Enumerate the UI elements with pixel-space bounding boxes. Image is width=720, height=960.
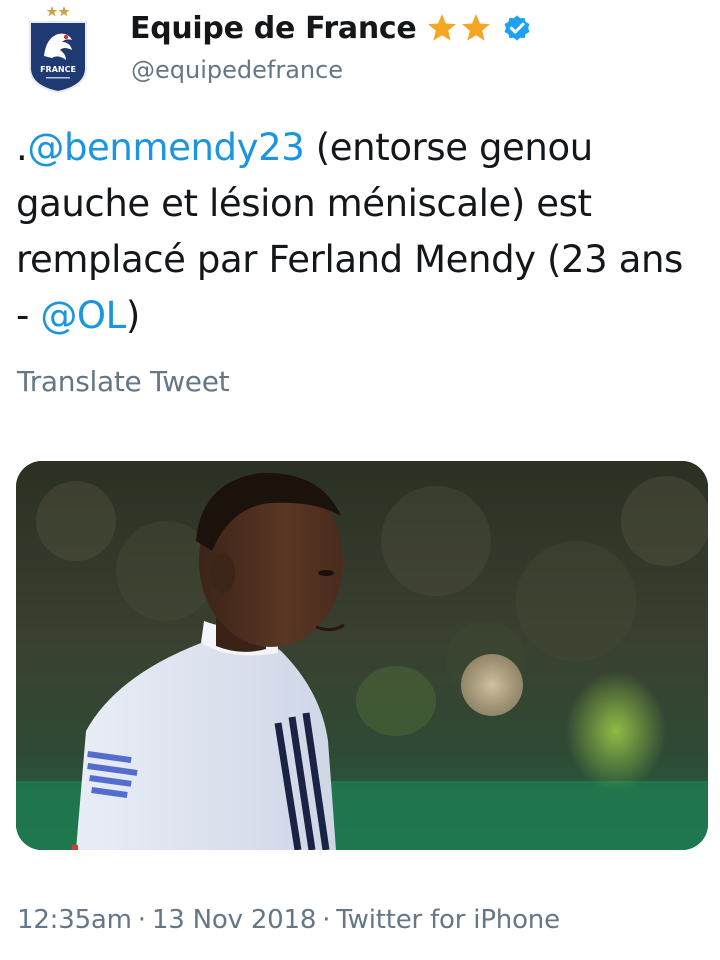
mention-link-benmendy23[interactable]: @benmendy23 (27, 126, 304, 169)
tweet-text: .@benmendy23 (entorse genou gauche et lé… (16, 120, 706, 344)
display-name[interactable]: Equipe de France (130, 11, 417, 46)
crest-text: FRANCE (40, 65, 76, 74)
tweet-text-suffix: ) (125, 294, 140, 337)
tweet-photo[interactable] (16, 461, 708, 850)
star-icon (428, 14, 457, 41)
avatar[interactable]: FRANCE (22, 2, 94, 94)
stars-group (426, 12, 492, 44)
display-name-row[interactable]: Equipe de France (130, 8, 532, 48)
tweet-text-prefix: . (16, 126, 28, 169)
tweet-source[interactable]: Twitter for iPhone (336, 905, 560, 935)
translate-tweet-link[interactable]: Translate Tweet (17, 365, 230, 398)
tweet-time[interactable]: 12:35am (17, 905, 132, 935)
star-icon (462, 14, 491, 41)
tweet-date[interactable]: 13 Nov 2018 (152, 905, 317, 935)
fff-crest-icon: FRANCE (29, 6, 87, 94)
tweet-meta: 12:35am · 13 Nov 2018 · Twitter for iPhone (17, 905, 560, 935)
mention-link-ol[interactable]: @OL (40, 294, 126, 337)
player-photo (16, 461, 708, 850)
meta-separator: · (137, 905, 146, 935)
verified-icon (504, 15, 530, 41)
tweet-card: FRANCE Equipe de France @equipedefrance … (0, 0, 720, 960)
user-handle[interactable]: @equipedefrance (131, 56, 343, 84)
meta-separator: · (322, 905, 331, 935)
